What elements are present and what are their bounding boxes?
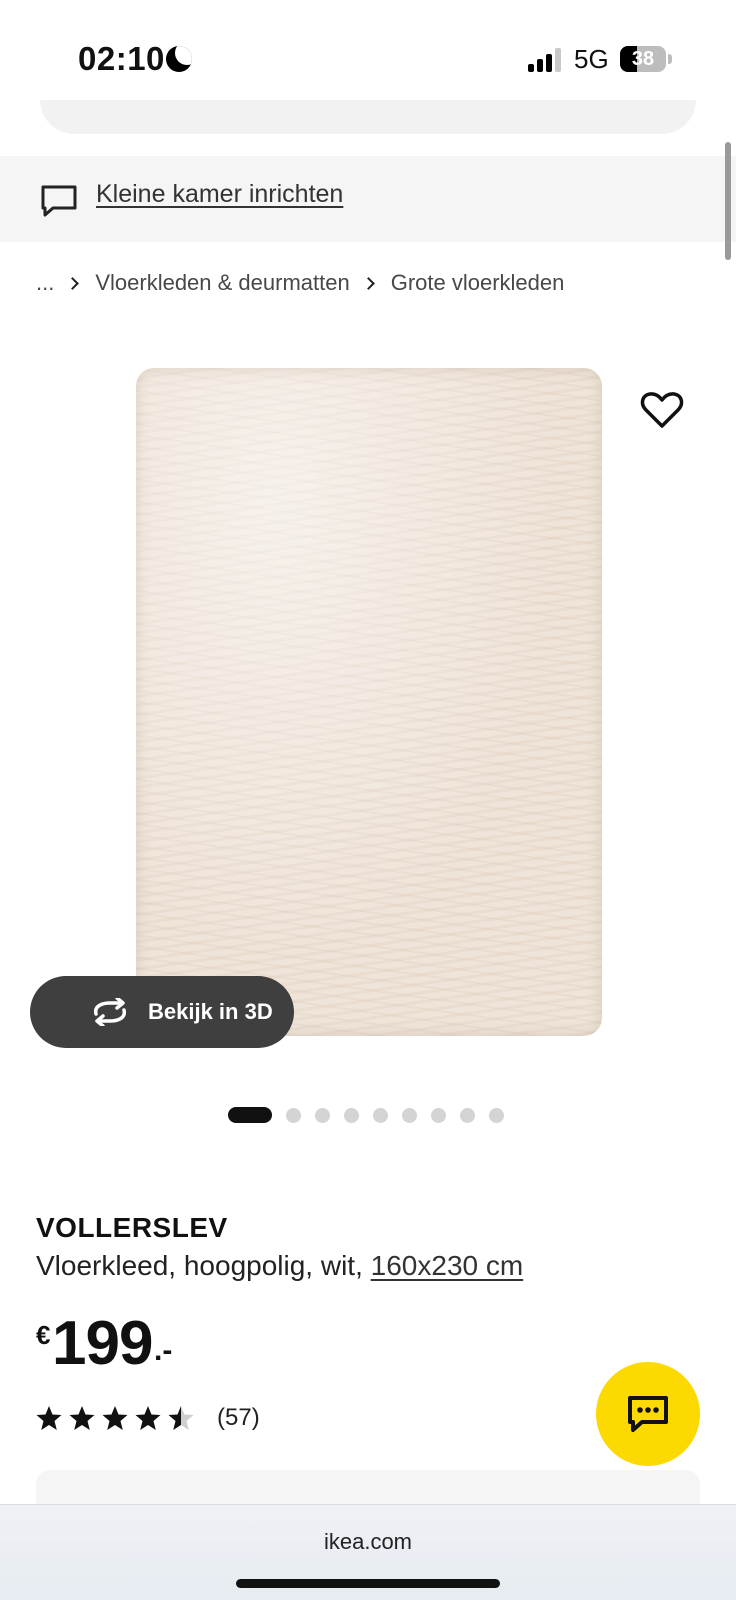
breadcrumb-ellipsis[interactable]: ... <box>36 270 54 296</box>
home-indicator[interactable] <box>236 1579 500 1588</box>
price-amount: 199 <box>52 1309 153 1378</box>
breadcrumb-item-rugs[interactable]: Vloerkleden & deurmatten <box>95 270 349 296</box>
network-type: 5G <box>574 44 609 74</box>
chevron-right-icon <box>361 276 375 290</box>
view-3d-label: Bekijk in 3D <box>148 999 273 1024</box>
heart-icon[interactable] <box>640 390 684 430</box>
chevron-right-icon <box>66 276 80 290</box>
carousel-dot[interactable] <box>373 1108 388 1123</box>
rotate-3d-icon <box>93 998 127 1026</box>
breadcrumb-item-large-rugs[interactable]: Grote vloerkleden <box>391 270 565 296</box>
product-image[interactable] <box>136 368 602 1036</box>
product-gallery[interactable]: Bekijk in 3D <box>0 340 736 1080</box>
product-name: VOLLERSLEV <box>36 1212 228 1243</box>
battery-tip <box>668 54 672 64</box>
carousel-dot[interactable] <box>431 1108 446 1123</box>
browser-address-bar[interactable]: ikea.com <box>0 1504 736 1600</box>
status-bar: 02:10 5G 38 <box>0 0 736 112</box>
carousel-dot[interactable] <box>402 1108 417 1123</box>
breadcrumb: ... Vloerkleden & deurmatten Grote vloer… <box>36 268 564 298</box>
moon-icon <box>166 46 192 72</box>
status-time: 02:10 <box>78 40 165 77</box>
chat-icon <box>628 1396 668 1432</box>
url-text[interactable]: ikea.com <box>0 1529 736 1555</box>
rating[interactable]: (57) <box>36 1404 260 1432</box>
price-suffix: .- <box>154 1334 173 1367</box>
scrollbar[interactable] <box>725 142 731 260</box>
star-icon <box>36 1406 62 1430</box>
product-type: Vloerkleed, hoogpolig, wit, <box>36 1250 371 1281</box>
star-icon <box>168 1406 194 1430</box>
size-link[interactable]: 160x230 cm <box>371 1250 524 1281</box>
carousel-dot[interactable] <box>315 1108 330 1123</box>
rating-stars <box>36 1405 201 1431</box>
promo-link[interactable]: Kleine kamer inrichten <box>96 180 343 209</box>
signal-icon <box>528 48 562 72</box>
product-description: Vloerkleed, hoogpolig, wit, 160x230 cm <box>36 1250 523 1282</box>
carousel-dot[interactable] <box>286 1108 301 1123</box>
star-icon <box>135 1406 161 1430</box>
carousel-dot-active[interactable] <box>228 1107 272 1123</box>
price-currency: € <box>36 1320 51 1350</box>
view-3d-button[interactable]: Bekijk in 3D <box>30 976 294 1048</box>
chat-button[interactable] <box>596 1362 700 1466</box>
star-icon <box>102 1406 128 1430</box>
search-bar-edge <box>40 100 696 134</box>
carousel-dot[interactable] <box>344 1108 359 1123</box>
chat-bubble-icon <box>41 185 77 217</box>
carousel-dot[interactable] <box>489 1108 504 1123</box>
carousel-dot[interactable] <box>460 1108 475 1123</box>
star-icon <box>69 1406 95 1430</box>
battery-level: 38 <box>631 48 655 70</box>
promo-banner[interactable]: Kleine kamer inrichten <box>0 156 736 242</box>
battery-icon: 38 <box>620 46 666 72</box>
rating-count[interactable]: (57) <box>217 1404 260 1432</box>
